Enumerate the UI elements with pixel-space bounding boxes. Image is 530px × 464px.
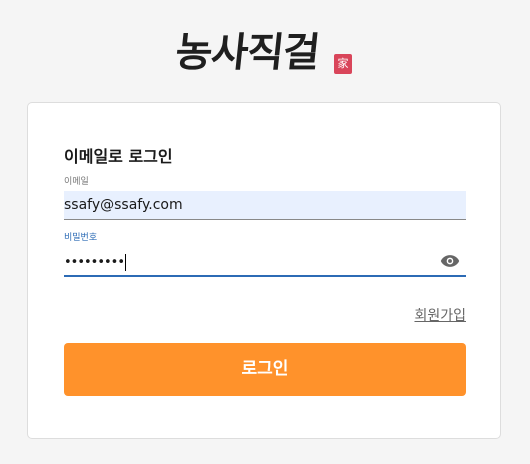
text-caret (125, 254, 127, 271)
email-label: 이메일 (64, 177, 89, 187)
logo-seal: 家 (334, 54, 352, 74)
logo-text: 농사직걸 (173, 29, 322, 76)
signup-link[interactable]: 회원가입 (414, 305, 466, 325)
password-value: ••••••••• (64, 254, 127, 271)
brand-logo: 농사직걸 家 (173, 18, 360, 80)
email-value: ssafy@ssafy.com (64, 197, 183, 213)
email-input[interactable]: ssafy@ssafy.com (64, 191, 466, 220)
eye-icon[interactable] (440, 253, 460, 269)
login-card: 이메일로 로그인 이메일 ssafy@ssafy.com 비밀번호 ••••••… (27, 102, 501, 439)
password-label: 비밀번호 (64, 233, 98, 243)
password-input[interactable]: ••••••••• (64, 248, 466, 277)
login-button[interactable]: 로그인 (64, 343, 466, 396)
login-heading: 이메일로 로그인 (64, 147, 173, 166)
